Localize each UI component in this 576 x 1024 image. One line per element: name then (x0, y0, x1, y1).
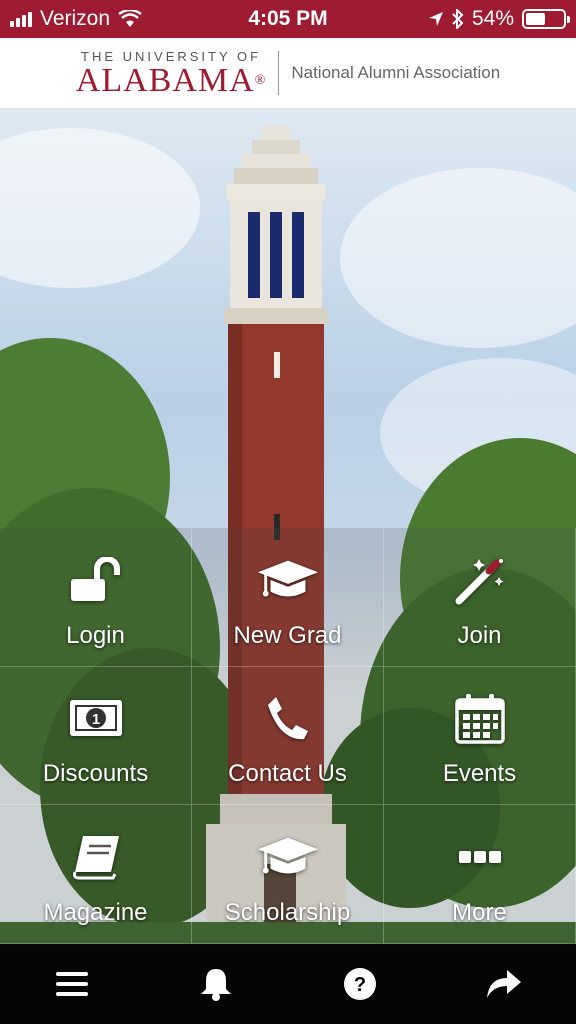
bottom-toolbar: ? (0, 944, 576, 1024)
app-header: THE UNIVERSITY OF ALABAMA® National Alum… (0, 38, 576, 108)
graduation-cap-icon (256, 552, 320, 608)
logo-mark: ® (254, 72, 267, 88)
help-button[interactable]: ? (330, 954, 390, 1014)
menu-grid: Login New Grad Join 1 Discounts Contact … (0, 528, 576, 944)
new-grad-tile[interactable]: New Grad (192, 528, 384, 667)
magazine-tile[interactable]: Magazine (0, 805, 192, 944)
tile-label: Join (457, 621, 502, 649)
discounts-tile[interactable]: 1 Discounts (0, 666, 192, 806)
book-icon (64, 829, 128, 885)
tile-label: Events (442, 760, 517, 788)
signal-icon (10, 11, 32, 27)
calendar-icon (448, 690, 512, 746)
tile-label: Discounts (42, 760, 149, 788)
menu-button[interactable] (42, 954, 102, 1014)
scholarship-tile[interactable]: Scholarship (192, 805, 384, 944)
share-icon (487, 970, 521, 998)
more-tile[interactable]: More (384, 805, 576, 944)
svg-text:1: 1 (91, 711, 99, 728)
battery-icon (522, 9, 570, 29)
events-tile[interactable]: Events (384, 666, 576, 806)
magic-wand-icon (448, 552, 512, 608)
svg-text:?: ? (354, 974, 366, 996)
join-tile[interactable]: Join (384, 528, 576, 667)
bluetooth-icon (452, 9, 464, 29)
university-logo: THE UNIVERSITY OF ALABAMA® (76, 49, 267, 98)
money-icon: 1 (64, 690, 128, 746)
notifications-button[interactable] (186, 954, 246, 1014)
tile-label: Login (66, 621, 125, 649)
menu-icon (56, 972, 88, 996)
battery-level-fill (526, 13, 546, 25)
share-button[interactable] (474, 954, 534, 1014)
contact-us-tile[interactable]: Contact Us (192, 666, 384, 806)
graduation-cap-icon (256, 829, 320, 885)
bell-icon (201, 969, 231, 1001)
unlock-icon (64, 552, 128, 608)
tile-label: Magazine (43, 899, 148, 926)
help-icon: ? (344, 968, 376, 1000)
more-icon (448, 829, 512, 885)
location-icon (428, 12, 443, 26)
tile-label: New Grad (233, 621, 342, 649)
tile-label: Contact Us (228, 760, 347, 788)
phone-icon (256, 690, 320, 746)
wifi-icon (118, 10, 142, 27)
tile-label: Scholarship (224, 899, 351, 926)
carrier-label: Verizon (40, 7, 111, 30)
logo-divider (278, 51, 280, 95)
login-tile[interactable]: Login (0, 528, 192, 667)
battery-percent: 54% (471, 7, 514, 30)
tile-label: More (452, 899, 507, 926)
status-bar: Verizon 4:05 PM 54% (0, 0, 576, 38)
header-subtitle: National Alumni Association (291, 63, 501, 82)
logo-line-2: ALABAMA (75, 61, 255, 99)
